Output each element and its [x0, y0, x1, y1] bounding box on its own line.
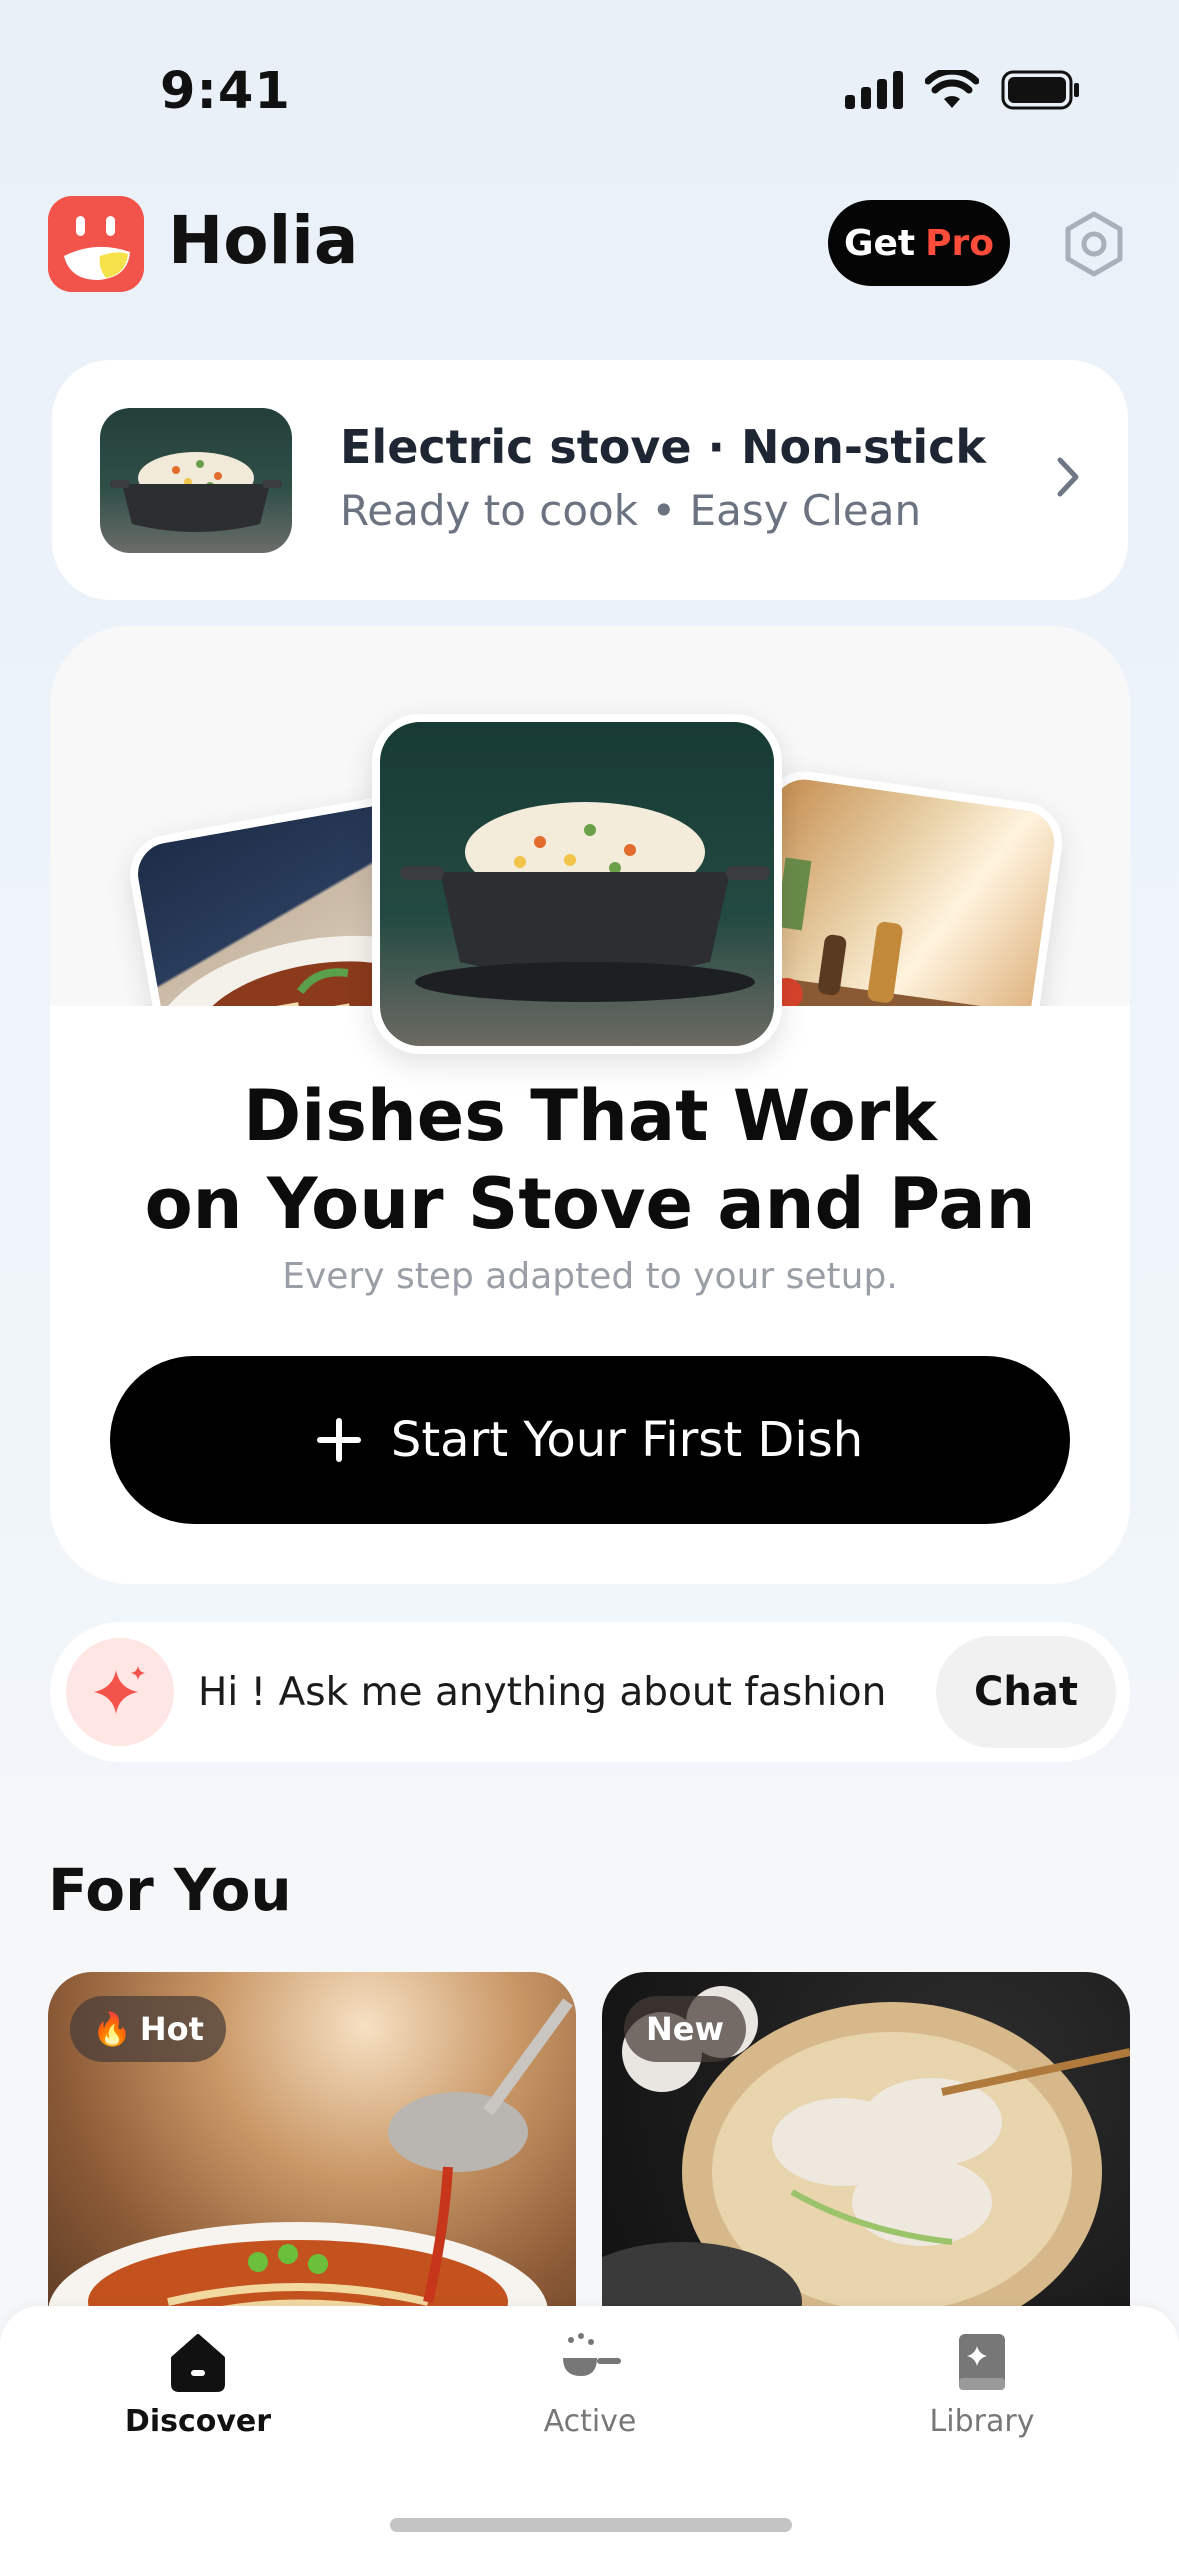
cta-label: Start Your First Dish	[390, 1412, 864, 1468]
home-indicator	[390, 2518, 792, 2532]
tab-discover-label: Discover	[124, 2404, 272, 2439]
fried-rice-photo	[372, 714, 782, 1054]
cookware-thumbnail	[100, 408, 292, 553]
hero-title-line2: on Your Stove and Pan	[144, 1163, 1036, 1245]
tab-library[interactable]: Library	[882, 2328, 1082, 2439]
get-pro-button[interactable]: Get Pro	[828, 200, 1010, 286]
app-name: Holia	[168, 202, 359, 279]
hero-subtitle: Every step adapted to your setup.	[282, 1256, 898, 1297]
pro-label: Pro	[925, 222, 995, 264]
settings-icon[interactable]	[1060, 210, 1128, 278]
battery-icon	[1001, 70, 1079, 110]
hero-photos	[50, 626, 1130, 1099]
app-logo	[48, 196, 144, 292]
signal-icon	[845, 71, 903, 109]
chat-button[interactable]: Chat	[936, 1636, 1116, 1748]
cookware-setup-card[interactable]: Electric stove · Non-stick Ready to cook…	[52, 360, 1128, 600]
status-icons	[845, 70, 1081, 110]
tab-active[interactable]: Active	[490, 2328, 690, 2439]
for-you-title: For You	[48, 1856, 292, 1924]
pan-icon	[563, 2333, 621, 2376]
hot-badge-label: Hot	[139, 2010, 204, 2048]
wifi-icon	[925, 70, 979, 108]
get-label: Get	[843, 222, 916, 264]
setup-title: Electric stove · Non-stick	[340, 420, 986, 474]
book-icon	[959, 2334, 1005, 2390]
tab-active-label: Active	[543, 2404, 637, 2439]
fire-icon: 🔥	[92, 2010, 132, 2048]
discover-screen: 9:41 Holia Get Pro Electric stove · Non-…	[0, 0, 1179, 2556]
tab-discover[interactable]: Discover	[98, 2328, 298, 2439]
assistant-bar[interactable]: Hi ! Ask me anything about fashion Chat	[50, 1622, 1130, 1762]
new-badge: New	[624, 1996, 747, 2062]
setup-subtitle: Ready to cook • Easy Clean	[340, 486, 922, 535]
hero-card: Dishes That Work on Your Stove and Pan E…	[50, 626, 1130, 1584]
hot-badge: 🔥 Hot	[70, 1996, 226, 2062]
assistant-prompt: Hi ! Ask me anything about fashion	[198, 1670, 887, 1715]
status-time: 9:41	[160, 62, 291, 121]
hero-title: Dishes That Work on Your Stove and Pan	[50, 1072, 1130, 1248]
recipe-card-noodle-soup[interactable]: 🔥 Hot	[48, 1972, 576, 2332]
hero-title-line1: Dishes That Work	[243, 1075, 937, 1157]
tab-library-label: Library	[929, 2404, 1035, 2439]
hero-content: Dishes That Work on Your Stove and Pan E…	[50, 1006, 1130, 1584]
plus-icon	[316, 1418, 361, 1462]
chevron-right-icon	[1057, 457, 1079, 497]
start-first-dish-button[interactable]: Start Your First Dish	[110, 1356, 1070, 1524]
sparkle-icon	[66, 1638, 174, 1746]
home-icon	[171, 2334, 225, 2392]
recipe-card-dumplings[interactable]: New	[602, 1972, 1130, 2332]
